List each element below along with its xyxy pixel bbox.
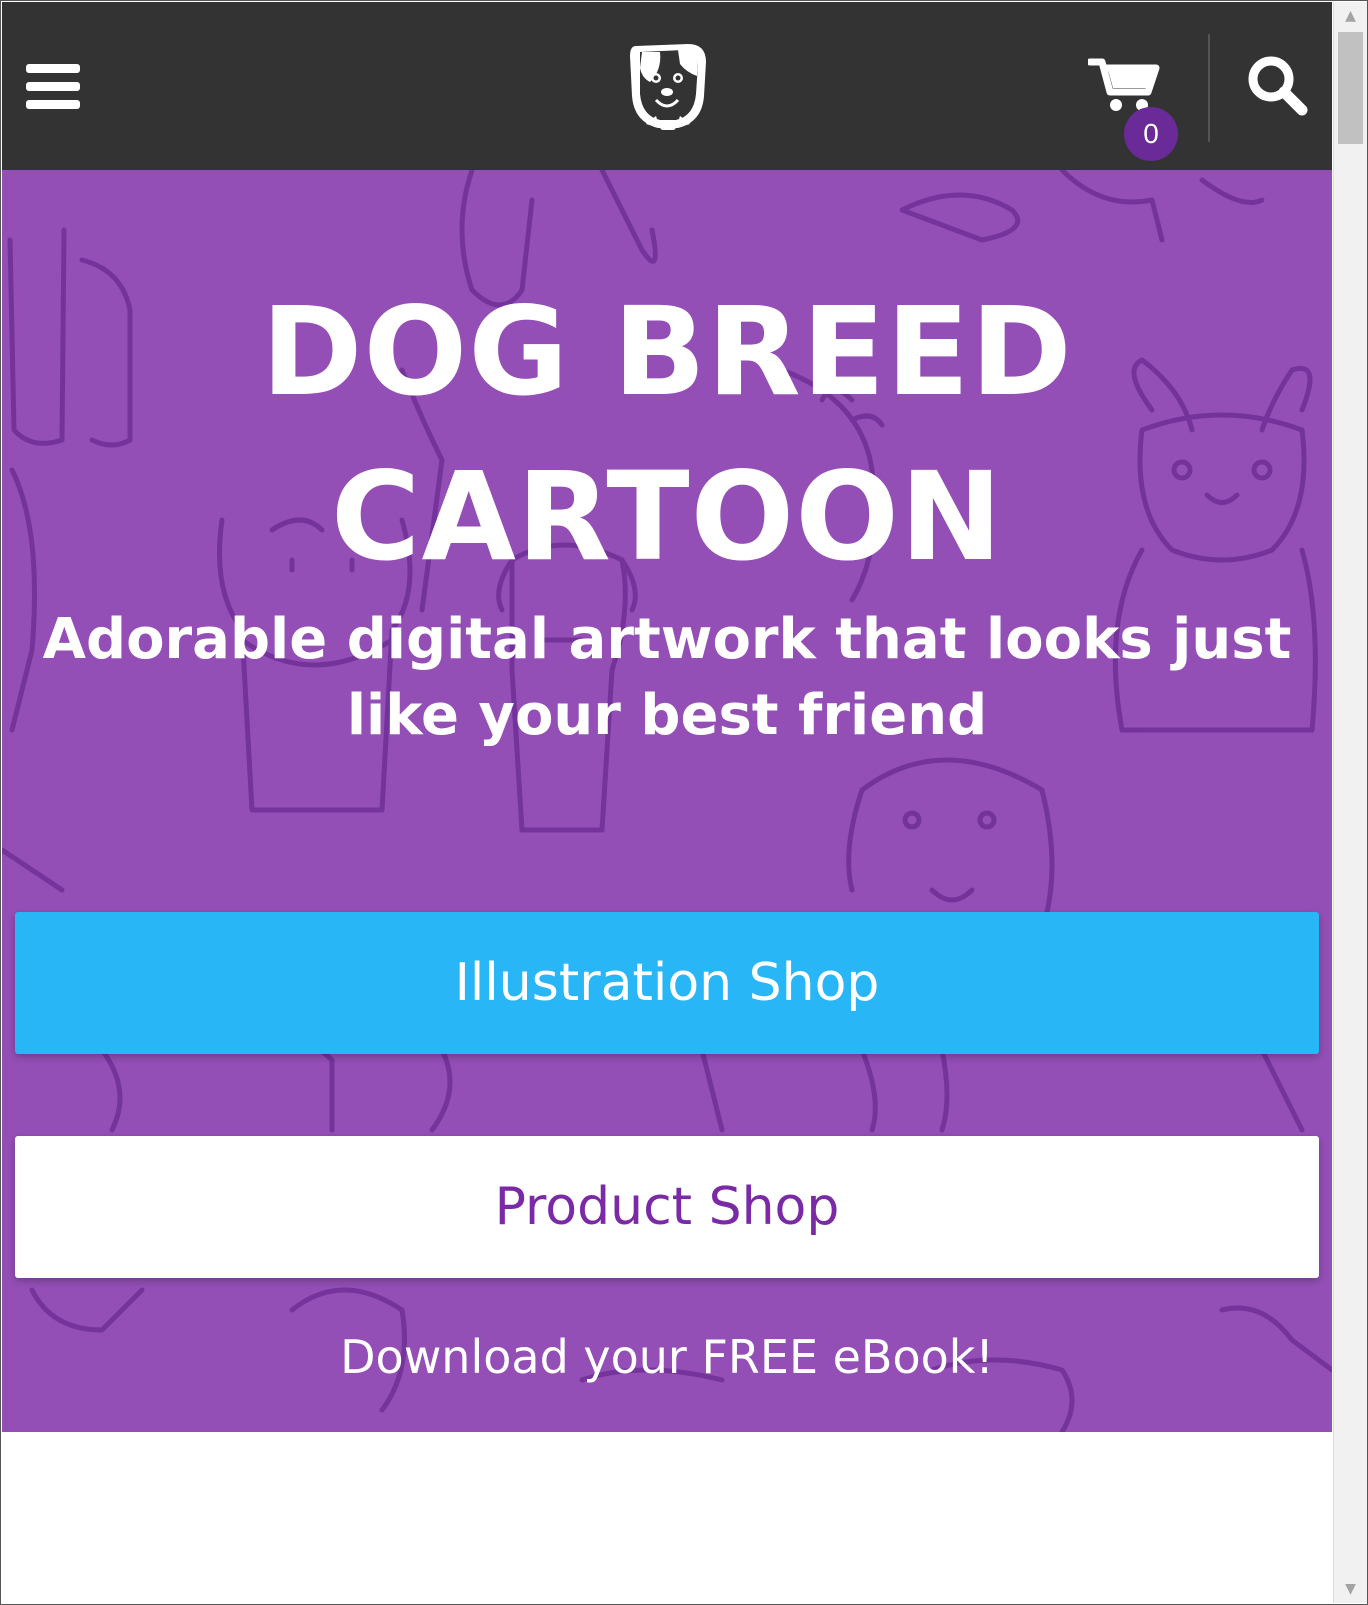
hero-title-line1: DOG BREED <box>261 281 1073 423</box>
header-divider <box>1208 34 1210 142</box>
cart-count-badge[interactable]: 0 <box>1124 107 1178 161</box>
vertical-scrollbar[interactable]: ▲ ▼ <box>1333 2 1367 1603</box>
hamburger-menu-icon[interactable] <box>26 64 80 110</box>
illustration-shop-button[interactable]: Illustration Shop <box>15 912 1319 1054</box>
magnifier-search-icon[interactable] <box>1246 54 1308 116</box>
shopping-cart-icon[interactable] <box>1088 56 1160 114</box>
hero-title: DOG BREED CARTOON <box>2 270 1332 600</box>
hero-subtitle: Adorable digital artwork that looks just… <box>42 607 1292 748</box>
scroll-up-arrow-icon[interactable]: ▲ <box>1334 2 1367 30</box>
scroll-down-arrow-icon[interactable]: ▼ <box>1334 1575 1367 1603</box>
dog-face-logo-icon[interactable] <box>626 42 710 138</box>
site-header: 0 <box>2 2 1332 170</box>
browser-viewport: 0 DOG BREED CARTOON Adorable digital art… <box>2 2 1332 1603</box>
scrollbar-thumb[interactable] <box>1338 32 1363 144</box>
hero-title-line2: CARTOON <box>330 446 1004 588</box>
hero-banner: DOG BREED CARTOON Adorable digital artwo… <box>2 170 1332 1432</box>
product-shop-button[interactable]: Product Shop <box>15 1136 1319 1278</box>
free-ebook-link[interactable]: Download your FREE eBook! <box>2 1330 1332 1384</box>
